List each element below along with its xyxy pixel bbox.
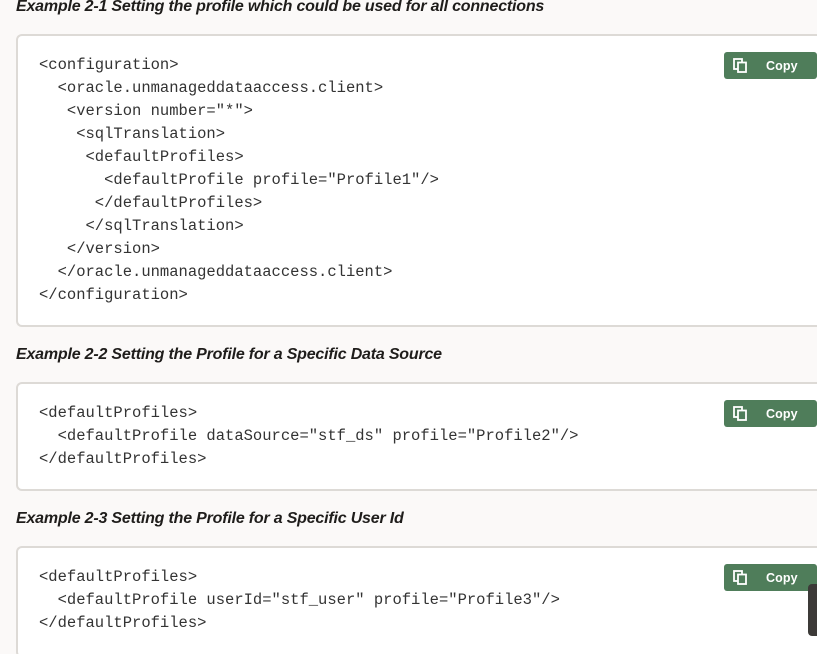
scrollbar-thumb[interactable] xyxy=(808,584,817,636)
example-title-2-1: Example 2-1 Setting the profile which co… xyxy=(16,0,545,15)
code-text-2-1: <configuration> <oracle.unmanageddataacc… xyxy=(39,56,439,304)
code-text-2-2: <defaultProfiles> <defaultProfile dataSo… xyxy=(39,404,579,468)
copy-button-label: Copy xyxy=(766,570,798,585)
example-title-2-2: Example 2-2 Setting the Profile for a Sp… xyxy=(16,346,442,363)
example-title-2-3: Example 2-3 Setting the Profile for a Sp… xyxy=(16,510,404,527)
code-block-2-2: <defaultProfiles> <defaultProfile dataSo… xyxy=(16,382,817,491)
code-text-2-3: <defaultProfiles> <defaultProfile userId… xyxy=(39,568,560,632)
copy-button[interactable]: Copy xyxy=(724,564,817,591)
copy-button[interactable]: Copy xyxy=(724,52,817,79)
code-block-2-1: <configuration> <oracle.unmanageddataacc… xyxy=(16,34,817,327)
copy-icon xyxy=(733,570,747,585)
copy-button[interactable]: Copy xyxy=(724,400,817,427)
copy-icon xyxy=(733,406,747,421)
code-block-2-3: <defaultProfiles> <defaultProfile userId… xyxy=(16,546,817,654)
copy-icon xyxy=(733,58,747,73)
copy-button-label: Copy xyxy=(766,58,798,73)
copy-button-label: Copy xyxy=(766,406,798,421)
